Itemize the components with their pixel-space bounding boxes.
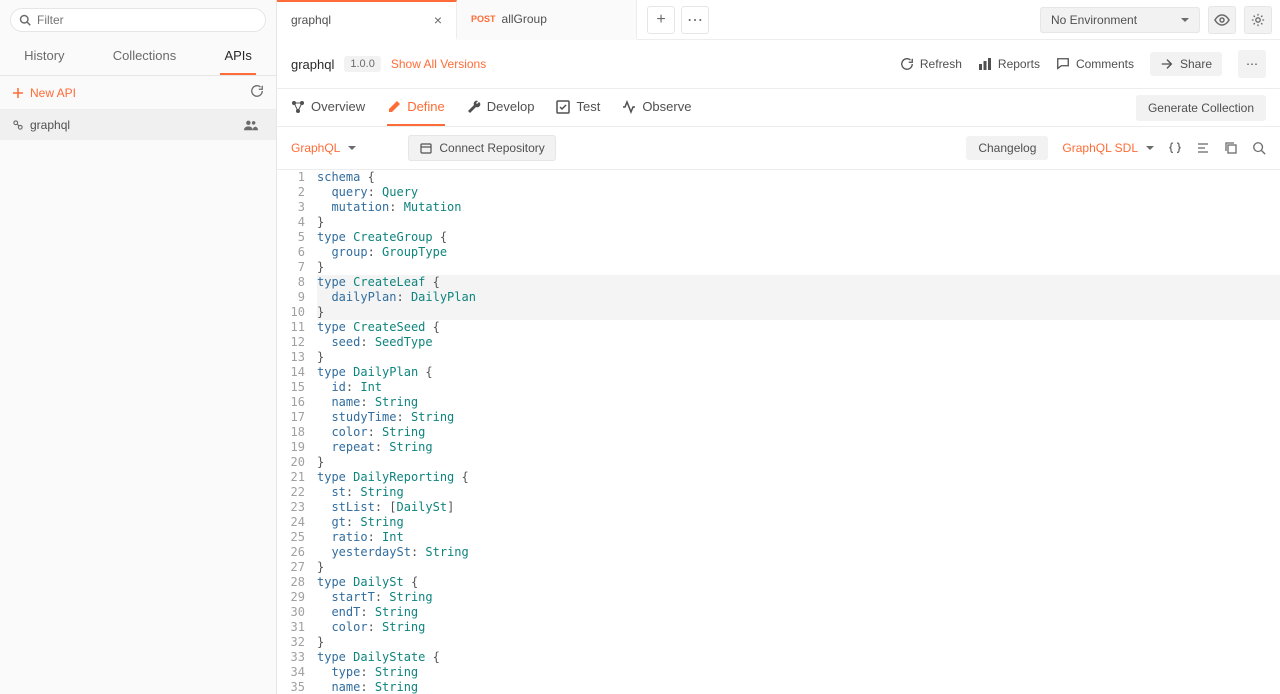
subnav-define[interactable]: Define: [387, 89, 445, 126]
refresh-sidebar-icon[interactable]: [250, 84, 264, 101]
toolbar-right: Changelog GraphQL SDL: [966, 136, 1266, 160]
api-link-icon: [12, 119, 24, 131]
copy-icon[interactable]: [1224, 141, 1238, 155]
subnav-develop-label: Develop: [487, 99, 535, 114]
chevron-down-icon: [1181, 13, 1189, 27]
sidebar: History Collections APIs New API graphql: [0, 0, 277, 694]
tab-apis[interactable]: APIs: [220, 38, 255, 75]
overview-icon: [291, 100, 305, 114]
ellipsis-icon: ⋯: [1246, 57, 1258, 71]
gear-icon: [1251, 13, 1265, 27]
search-icon: [19, 14, 31, 26]
sdl-label: GraphQL SDL: [1062, 141, 1138, 155]
subnav-observe[interactable]: Observe: [622, 89, 691, 126]
request-tab-graphql[interactable]: graphql ×: [277, 0, 457, 40]
changelog-button[interactable]: Changelog: [966, 136, 1048, 160]
pencil-icon: [387, 100, 401, 114]
environment-dropdown[interactable]: No Environment: [1040, 7, 1200, 33]
filter-input[interactable]: [37, 13, 257, 27]
new-api-label: New API: [30, 86, 76, 100]
test-icon: [556, 100, 570, 114]
subnav-develop[interactable]: Develop: [467, 89, 535, 126]
refresh-label: Refresh: [920, 57, 962, 71]
api-name: graphql: [291, 57, 334, 72]
braces-icon[interactable]: [1168, 141, 1182, 155]
header-actions: Refresh Reports Comments Share ⋯: [900, 50, 1266, 78]
request-tab-label: allGroup: [502, 12, 547, 26]
reports-label: Reports: [998, 57, 1040, 71]
subnav-overview-label: Overview: [311, 99, 365, 114]
subnav-test-label: Test: [576, 99, 600, 114]
search-code-icon[interactable]: [1252, 141, 1266, 155]
tab-options-button[interactable]: ⋯: [681, 6, 709, 34]
tab-history[interactable]: History: [20, 38, 68, 75]
connect-repository-label: Connect Repository: [439, 141, 544, 155]
sidebar-tabs: History Collections APIs: [0, 38, 276, 76]
pulse-icon: [622, 100, 636, 114]
topbar-right: No Environment: [1040, 6, 1272, 34]
subnav-define-label: Define: [407, 99, 445, 114]
more-actions-button[interactable]: ⋯: [1238, 50, 1266, 78]
beautify-icon[interactable]: [1196, 141, 1210, 155]
tab-collections[interactable]: Collections: [109, 38, 181, 75]
editor-code[interactable]: schema { query: Query mutation: Mutation…: [317, 170, 1280, 694]
new-api-button[interactable]: New API: [12, 86, 76, 100]
request-tabs: graphql × POST allGroup: [277, 0, 637, 40]
connect-repository-button[interactable]: Connect Repository: [408, 135, 555, 161]
schema-editor[interactable]: 1234567891011121314151617181920212223242…: [277, 170, 1280, 694]
subnav-test[interactable]: Test: [556, 89, 600, 126]
request-tab-allgroup[interactable]: POST allGroup: [457, 0, 637, 40]
refresh-icon: [900, 57, 914, 71]
sdl-dropdown[interactable]: GraphQL SDL: [1062, 141, 1154, 155]
schema-format-label: GraphQL: [291, 141, 340, 155]
main: graphql × POST allGroup + ⋯ No Environme…: [277, 0, 1280, 694]
share-label: Share: [1180, 57, 1212, 71]
show-all-versions-link[interactable]: Show All Versions: [391, 57, 486, 71]
close-icon[interactable]: ×: [434, 12, 442, 28]
request-method-badge: POST: [471, 14, 496, 24]
reports-icon: [978, 57, 992, 71]
repo-icon: [419, 141, 433, 155]
eye-icon: [1214, 14, 1230, 26]
plus-icon: [12, 87, 24, 99]
schema-toolbar: GraphQL Connect Repository Changelog Gra…: [277, 127, 1280, 170]
comment-icon: [1056, 57, 1070, 71]
reports-button[interactable]: Reports: [978, 57, 1040, 71]
chevron-down-icon: [1146, 141, 1154, 155]
topbar: graphql × POST allGroup + ⋯ No Environme…: [277, 0, 1280, 40]
new-api-row: New API: [0, 76, 276, 110]
request-tab-label: graphql: [291, 13, 331, 27]
subnav-overview[interactable]: Overview: [291, 89, 365, 126]
subnav-observe-label: Observe: [642, 99, 691, 114]
chevron-down-icon: [348, 141, 356, 155]
filter-search[interactable]: [10, 8, 266, 32]
people-icon: [244, 119, 258, 131]
settings-button[interactable]: [1244, 6, 1272, 34]
api-item-label: graphql: [30, 118, 70, 132]
refresh-button[interactable]: Refresh: [900, 57, 962, 71]
tab-actions: + ⋯: [641, 6, 709, 34]
comments-button[interactable]: Comments: [1056, 57, 1134, 71]
schema-format-dropdown[interactable]: GraphQL: [291, 141, 356, 155]
version-chip[interactable]: 1.0.0: [344, 56, 380, 72]
new-tab-button[interactable]: +: [647, 6, 675, 34]
comments-label: Comments: [1076, 57, 1134, 71]
share-button[interactable]: Share: [1150, 52, 1222, 76]
environment-quicklook-button[interactable]: [1208, 6, 1236, 34]
generate-collection-button[interactable]: Generate Collection: [1136, 95, 1266, 121]
environment-selected: No Environment: [1051, 13, 1137, 27]
editor-gutter: 1234567891011121314151617181920212223242…: [277, 170, 317, 694]
api-header: graphql 1.0.0 Show All Versions Refresh …: [277, 40, 1280, 89]
share-icon: [1160, 57, 1174, 71]
wrench-icon: [467, 100, 481, 114]
api-list-item[interactable]: graphql: [0, 110, 276, 140]
subnav: Overview Define Develop Test Observe: [277, 89, 1280, 127]
